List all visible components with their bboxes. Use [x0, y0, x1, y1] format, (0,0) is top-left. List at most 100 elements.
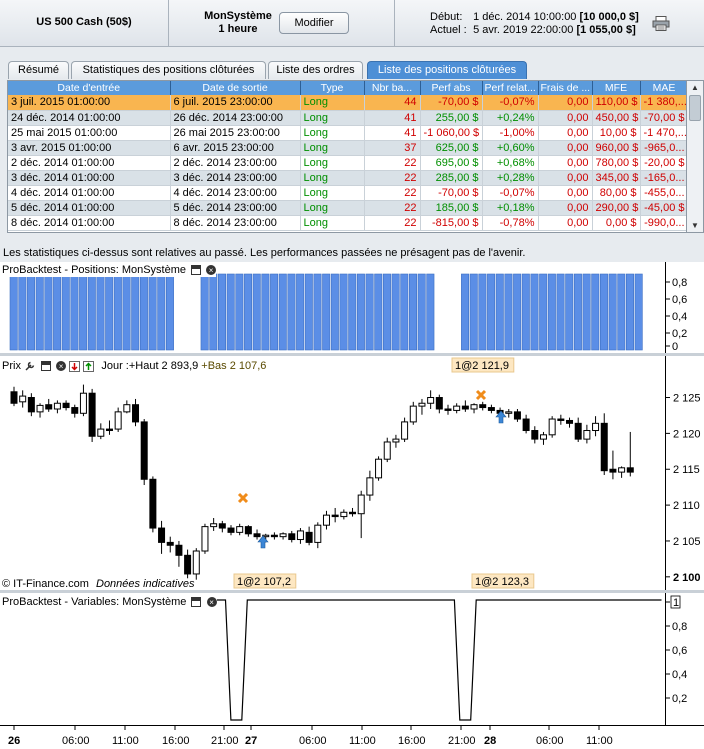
table-row[interactable]: 2 déc. 2014 01:00:00 2 déc. 2014 23:00:00… — [8, 155, 686, 171]
tab-resume[interactable]: Résumé — [8, 61, 69, 79]
table-row[interactable]: 4 déc. 2014 01:00:00 4 déc. 2014 23:00:00… — [8, 185, 686, 201]
cell-entry-date: 25 mai 2015 01:00:00 — [8, 125, 171, 141]
position-bar — [461, 273, 470, 351]
scroll-up-icon[interactable]: ▲ — [689, 82, 701, 93]
candle-body — [79, 392, 87, 414]
cell-bars: 22 — [364, 215, 421, 231]
cell-type: Long — [300, 200, 365, 216]
cell-mfe: 780,00 $ — [592, 155, 641, 171]
table-row[interactable]: 5 déc. 2014 01:00:00 5 déc. 2014 23:00:00… — [8, 200, 686, 216]
maximize-icon[interactable] — [41, 361, 52, 372]
green-arrow-icon[interactable] — [83, 360, 95, 372]
candle-body — [505, 411, 513, 414]
wrench-icon[interactable] — [24, 360, 36, 372]
table-header-row: Date d'entrée Date de sortie Type Nbr ba… — [8, 81, 686, 95]
cell-rel-perf: -0,07% — [482, 185, 539, 201]
variables-axis: 1 0,8 0,6 0,4 0,2 — [665, 593, 704, 725]
table-row[interactable]: 3 avr. 2015 01:00:00 6 avr. 2015 23:00:00… — [8, 140, 686, 156]
position-bar — [235, 273, 244, 351]
position-bar — [35, 273, 44, 351]
cell-type: Long — [300, 215, 365, 231]
position-bar — [70, 273, 79, 351]
col-exit-date[interactable]: Date de sortie — [170, 81, 301, 95]
tab-closed-stats[interactable]: Statistiques des positions clôturées — [71, 61, 266, 79]
system-info: MonSystème 1 heure — [190, 10, 286, 36]
axis-tick-label: 0,2 — [672, 328, 687, 340]
candle-body — [479, 404, 487, 409]
col-entry-date[interactable]: Date d'entrée — [8, 81, 171, 95]
candle-body — [184, 554, 192, 575]
positions-panel-title-text: ProBacktest - Positions: MonSystème — [2, 264, 187, 276]
candle-body — [322, 514, 330, 526]
cell-rel-perf: -0,78% — [482, 215, 539, 231]
col-mae[interactable]: MAE — [640, 81, 686, 95]
maximize-icon[interactable] — [191, 265, 202, 276]
position-bar — [44, 273, 53, 351]
col-abs-perf[interactable]: Perf abs — [420, 81, 483, 95]
candle-body — [97, 428, 105, 437]
candle-body — [531, 430, 539, 440]
axis-tick-label: 0,6 — [672, 645, 687, 657]
cell-exit-date: 26 déc. 2014 23:00:00 — [170, 110, 301, 126]
position-bar — [504, 273, 513, 351]
position-bar — [270, 273, 279, 351]
candle-body — [557, 418, 565, 421]
tab-closed-positions[interactable]: Liste des positions clôturées — [367, 61, 527, 79]
candle-body — [418, 402, 426, 407]
scroll-down-icon[interactable]: ▼ — [689, 220, 701, 231]
candle-body — [366, 477, 374, 496]
position-bar — [426, 273, 435, 351]
cell-abs-perf: 255,00 $ — [420, 110, 483, 126]
variables-panel — [0, 593, 665, 725]
col-fees[interactable]: Frais de ... — [538, 81, 593, 95]
table-row[interactable]: 8 déc. 2014 01:00:00 8 déc. 2014 23:00:00… — [8, 215, 686, 231]
variable-line — [2, 599, 662, 721]
printer-icon[interactable] — [652, 16, 670, 31]
position-bar — [148, 273, 157, 351]
positions-axis: 0,8 0,6 0,4 0,2 0 — [665, 262, 704, 353]
candle-body — [453, 405, 461, 411]
position-bar — [261, 273, 270, 351]
time-tick-label: 26 — [8, 735, 20, 747]
position-bar — [105, 273, 114, 351]
table-row[interactable]: 24 déc. 2014 01:00:00 26 déc. 2014 23:00:… — [8, 110, 686, 126]
candle-body — [314, 524, 322, 543]
cell-mfe: 290,00 $ — [592, 200, 641, 216]
position-bar — [625, 273, 634, 351]
close-icon[interactable]: × — [206, 597, 217, 608]
cell-fees: 0,00 — [538, 215, 593, 231]
cell-type: Long — [300, 155, 365, 171]
close-icon[interactable]: × — [56, 361, 67, 372]
candle-body — [470, 404, 478, 410]
start-capital: [10 000,0 $] — [579, 11, 639, 23]
table-row[interactable]: 3 juil. 2015 01:00:00 6 juil. 2015 23:00:… — [8, 95, 686, 111]
modify-button[interactable]: Modifier — [279, 12, 349, 34]
position-bar — [200, 273, 209, 351]
position-bar — [139, 273, 148, 351]
cell-rel-perf: -1,00% — [482, 125, 539, 141]
col-type[interactable]: Type — [300, 81, 365, 95]
cell-mae: -990,0... — [640, 215, 686, 231]
cell-abs-perf: -1 060,00 $ — [420, 125, 483, 141]
red-arrow-icon[interactable] — [69, 360, 81, 372]
candle-body — [244, 526, 252, 535]
candle-body — [427, 397, 435, 404]
cell-entry-date: 3 juil. 2015 01:00:00 — [8, 95, 171, 111]
candle-body — [123, 404, 131, 413]
candle-body — [218, 523, 226, 529]
col-bars[interactable]: Nbr ba... — [364, 81, 421, 95]
col-rel-perf[interactable]: Perf relat... — [482, 81, 539, 95]
position-bar — [278, 273, 287, 351]
backtest-period: Début: 1 déc. 2014 10:00:00 [10 000,0 $]… — [430, 11, 639, 37]
scroll-thumb[interactable] — [689, 95, 701, 121]
table-row[interactable]: 3 déc. 2014 01:00:00 3 déc. 2014 23:00:00… — [8, 170, 686, 186]
col-mfe[interactable]: MFE — [592, 81, 641, 95]
table-row[interactable]: 25 mai 2015 01:00:00 26 mai 2015 23:00:00… — [8, 125, 686, 141]
close-icon[interactable]: × — [206, 265, 217, 276]
cell-rel-perf: +0,68% — [482, 155, 539, 171]
maximize-icon[interactable] — [191, 597, 202, 608]
table-scrollbar[interactable]: ▲ ▼ — [687, 80, 704, 233]
candle-body — [626, 467, 634, 473]
cell-entry-date: 5 déc. 2014 01:00:00 — [8, 200, 171, 216]
tab-order-list[interactable]: Liste des ordres — [268, 61, 363, 79]
